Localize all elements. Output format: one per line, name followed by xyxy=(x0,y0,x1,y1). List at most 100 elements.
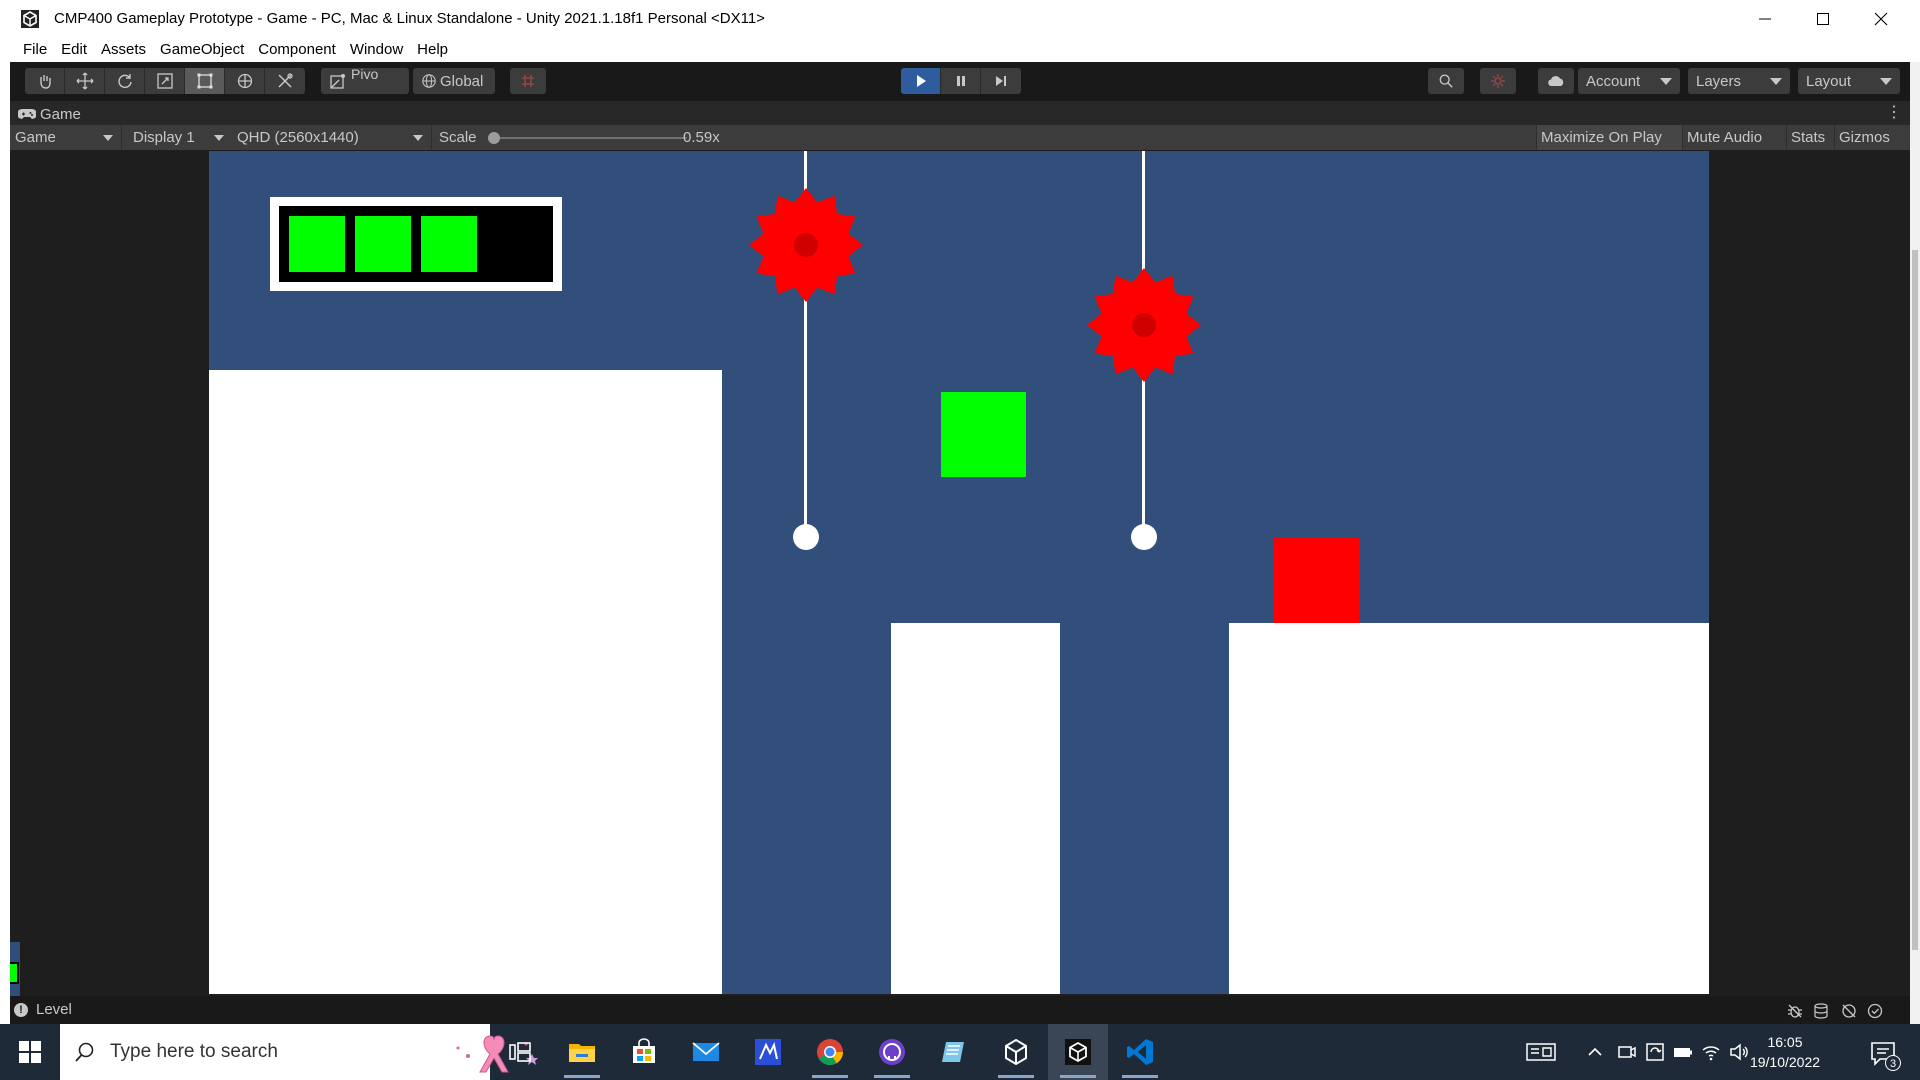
news-widget-icon[interactable] xyxy=(1526,1041,1556,1063)
rotate-tool-button[interactable] xyxy=(105,68,145,94)
pause-button[interactable] xyxy=(941,68,981,94)
view-mode-dropdown[interactable]: Game xyxy=(10,125,122,150)
collab-icon xyxy=(1491,74,1505,88)
close-button[interactable] xyxy=(1852,0,1910,38)
platform-right xyxy=(1229,623,1709,994)
progress-check-icon[interactable] xyxy=(1866,1002,1884,1020)
microsoft-store-button[interactable] xyxy=(614,1024,674,1080)
move-tool-button[interactable] xyxy=(65,68,105,94)
menu-help[interactable]: Help xyxy=(410,38,455,62)
debug-icon[interactable] xyxy=(1786,1002,1804,1020)
battery-icon[interactable] xyxy=(1672,1041,1694,1063)
right-scrollbar-thumb[interactable] xyxy=(1912,250,1918,950)
rect-tool-button[interactable] xyxy=(185,68,225,94)
scale-icon xyxy=(156,73,173,89)
chevron-up-icon[interactable] xyxy=(1586,1041,1604,1063)
transform-tools xyxy=(25,68,305,94)
layers-dropdown[interactable]: Layers xyxy=(1688,68,1790,94)
maximize-on-play-toggle[interactable]: Maximize On Play xyxy=(1536,125,1682,150)
play-icon xyxy=(916,75,926,87)
scale-tool-button[interactable] xyxy=(145,68,185,94)
game-canvas[interactable] xyxy=(209,151,1709,994)
account-label: Account xyxy=(1586,72,1641,90)
gizmos-dropdown[interactable]: Gizmos xyxy=(1834,125,1910,150)
hand-icon xyxy=(39,75,51,89)
menu-assets[interactable]: Assets xyxy=(94,38,153,62)
chrome-button[interactable] xyxy=(800,1024,860,1080)
window-title-bar: CMP400 Gameplay Prototype - Game - PC, M… xyxy=(10,0,1910,38)
custom-tool-button[interactable] xyxy=(265,68,305,94)
collab-button[interactable] xyxy=(1480,68,1516,94)
hand-tool-button[interactable] xyxy=(25,68,65,94)
minimize-button[interactable] xyxy=(1736,0,1794,38)
scale-slider-handle[interactable] xyxy=(488,132,500,144)
pivot-toggle[interactable]: Pivo xyxy=(321,66,409,94)
globe-icon xyxy=(422,74,436,88)
maximize-button[interactable] xyxy=(1794,0,1852,38)
player-square xyxy=(941,392,1026,477)
game-tab-label: Game xyxy=(40,105,81,123)
menu-window[interactable]: Window xyxy=(343,38,410,62)
mute-audio-toggle[interactable]: Mute Audio xyxy=(1682,125,1786,150)
scale-slider-track[interactable] xyxy=(497,137,687,139)
unity-editor: Pivo Global Account Layers Layout Game ⋮… xyxy=(10,62,1910,1024)
menu-file[interactable]: File xyxy=(16,38,54,62)
mail-button[interactable] xyxy=(676,1024,736,1080)
global-toggle[interactable]: Global xyxy=(413,68,495,94)
layout-dropdown[interactable]: Layout xyxy=(1798,68,1900,94)
rect-icon xyxy=(197,73,212,89)
health-bar-inner xyxy=(279,206,553,282)
platform-middle xyxy=(891,623,1060,994)
chevron-down-icon xyxy=(1880,77,1892,85)
chevron-down-icon xyxy=(214,135,224,141)
stats-label: Stats xyxy=(1791,129,1826,146)
step-button[interactable] xyxy=(981,68,1021,94)
play-button[interactable] xyxy=(901,68,941,94)
sync-icon[interactable] xyxy=(1644,1041,1666,1063)
start-button[interactable] xyxy=(0,1024,60,1080)
scale-label: Scale xyxy=(439,129,477,146)
display-dropdown[interactable]: Display 1 xyxy=(128,125,232,150)
account-dropdown[interactable]: Account xyxy=(1578,68,1680,94)
auto-generate-lighting-icon[interactable] xyxy=(1840,1002,1858,1020)
menu-gameobject[interactable]: GameObject xyxy=(153,38,251,62)
github-desktop-button[interactable] xyxy=(862,1024,922,1080)
tab-menu-icon[interactable]: ⋮ xyxy=(1886,105,1902,121)
chevron-down-icon xyxy=(103,135,113,141)
transform-tool-button[interactable] xyxy=(225,68,265,94)
layers-label: Layers xyxy=(1696,72,1742,90)
cloud-button[interactable] xyxy=(1538,68,1574,94)
notes-app-button[interactable] xyxy=(924,1024,984,1080)
health-bar xyxy=(270,197,562,291)
search-button[interactable] xyxy=(1428,68,1464,94)
offscreen-health-segment xyxy=(10,962,19,984)
running-indicator xyxy=(1060,1075,1096,1078)
stats-toggle[interactable]: Stats xyxy=(1786,125,1834,150)
unity-hub-button[interactable] xyxy=(738,1024,798,1080)
taskbar-search[interactable]: Type here to search xyxy=(60,1024,538,1080)
cache-server-icon[interactable] xyxy=(1812,1002,1830,1020)
grid-snap-button[interactable] xyxy=(510,68,546,94)
unity-button[interactable] xyxy=(986,1024,1046,1080)
chrome-icon xyxy=(817,1039,844,1066)
tab-game[interactable]: Game xyxy=(18,103,81,125)
unity-editor-button[interactable] xyxy=(1048,1024,1108,1080)
file-explorer-button[interactable] xyxy=(552,1024,612,1080)
task-view-button[interactable] xyxy=(490,1024,550,1080)
game-viewport[interactable] xyxy=(10,150,1910,996)
pendulum-anchor-1 xyxy=(793,524,819,550)
maximize-on-play-label: Maximize On Play xyxy=(1541,129,1662,146)
status-message[interactable]: ! Level xyxy=(14,1001,72,1018)
chevron-down-icon xyxy=(1770,77,1782,85)
menu-component[interactable]: Component xyxy=(251,38,343,62)
camera-icon[interactable] xyxy=(1616,1041,1638,1063)
gamepad-icon xyxy=(18,109,36,119)
platform-left xyxy=(209,370,722,994)
move-icon xyxy=(76,72,93,90)
menu-edit[interactable]: Edit xyxy=(54,38,94,62)
game-view-controls: Game Display 1 QHD (2560x1440) Scale 0.5… xyxy=(10,125,1910,150)
vscode-button[interactable] xyxy=(1110,1024,1170,1080)
wifi-icon[interactable] xyxy=(1700,1041,1722,1063)
system-clock[interactable]: 16:05 19/10/2022 xyxy=(1730,1032,1840,1072)
resolution-dropdown[interactable]: QHD (2560x1440) xyxy=(232,125,432,150)
